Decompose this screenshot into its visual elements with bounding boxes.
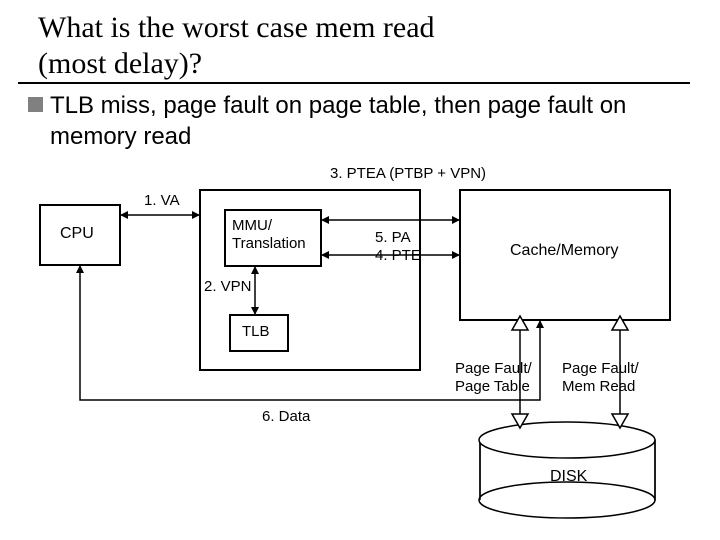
step2-label: 2. VPN xyxy=(204,278,252,295)
arrow-va xyxy=(120,211,200,219)
bullet-text: TLB miss, page fault on page table, then… xyxy=(50,90,690,152)
arrow-vpn xyxy=(251,266,259,315)
step1-label: 1. VA xyxy=(144,192,180,209)
step3-label: 3. PTEA (PTBP + VPN) xyxy=(330,165,486,182)
title-line2: (most delay)? xyxy=(38,47,202,80)
mmu-label-2: Translation xyxy=(232,235,306,252)
title-line1: What is the worst case mem read xyxy=(38,11,435,44)
slide-title: What is the worst case mem read (most de… xyxy=(38,10,435,82)
cache-label: Cache/Memory xyxy=(510,242,618,260)
cpu-label: CPU xyxy=(60,225,94,243)
bullet-icon xyxy=(28,97,43,112)
pf1-l2: Page Table xyxy=(455,378,530,395)
diagram-svg xyxy=(0,160,720,540)
pf2-l2: Mem Read xyxy=(562,378,635,395)
mmu-label-1: MMU/ xyxy=(232,217,272,234)
disk-label: DISK xyxy=(550,468,587,486)
step5-label: 5. PA xyxy=(375,229,411,246)
pf1-l1: Page Fault/ xyxy=(455,360,532,377)
step6-label: 6. Data xyxy=(262,408,310,425)
pf2-l1: Page Fault/ xyxy=(562,360,639,377)
tlb-label: TLB xyxy=(242,323,270,340)
title-underline xyxy=(18,82,690,84)
step4-label: 4. PTE xyxy=(375,247,421,264)
arrow-ptea xyxy=(321,216,460,224)
